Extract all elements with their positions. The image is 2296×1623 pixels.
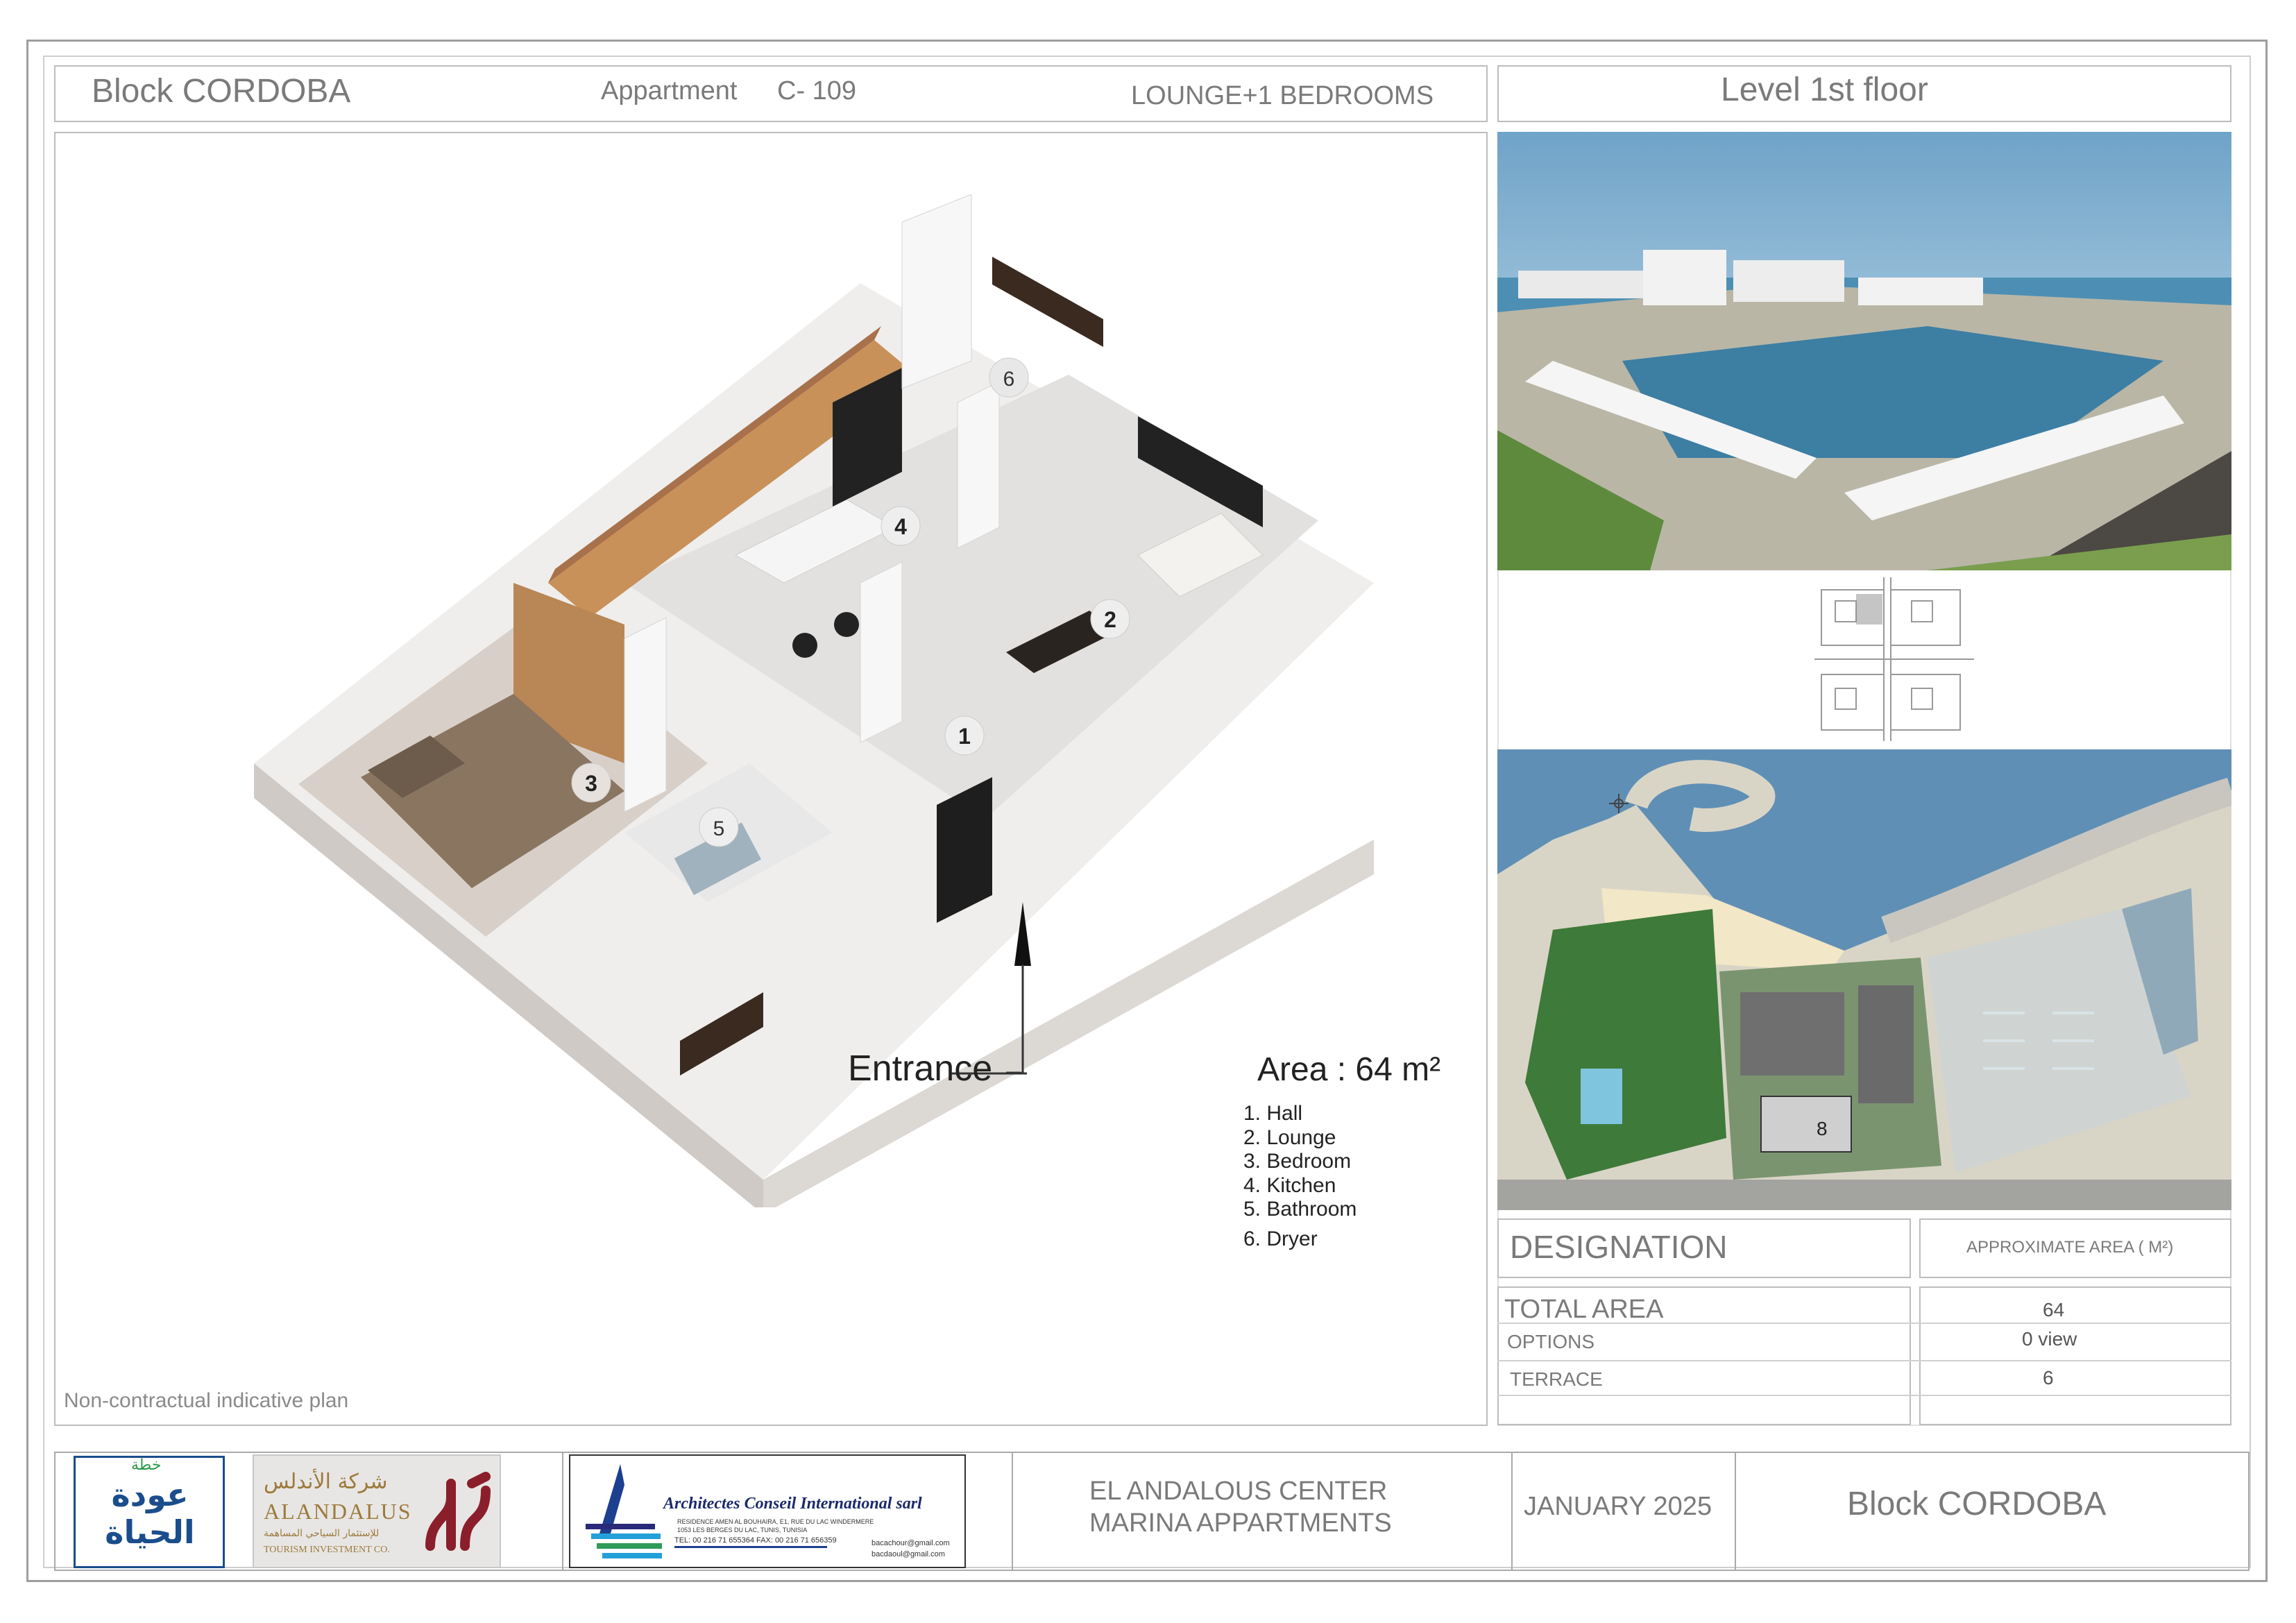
logo2-sub: TOURISM INVESTMENT CO. bbox=[264, 1545, 390, 1555]
legend-item: 4. Kitchen bbox=[1243, 1173, 1336, 1197]
room-marker-3: 3 bbox=[571, 763, 611, 803]
legend-item: 1. Hall bbox=[1243, 1102, 1303, 1125]
logo1-arabic-main: عودة الحياة bbox=[105, 1476, 195, 1551]
room-legend: 1. Hall 2. Lounge 3. Bedroom 4. Kitchen … bbox=[1243, 1102, 1357, 1251]
table-divider bbox=[1497, 1360, 2231, 1361]
logo2-arabic: شركة الأندلس bbox=[264, 1470, 388, 1494]
project-name-line-1: EL ANDALOUS CENTER bbox=[1089, 1477, 1388, 1506]
architect-underline bbox=[674, 1546, 827, 1548]
legend-item: 5. Bathroom bbox=[1243, 1198, 1357, 1221]
marina-rendering bbox=[1497, 132, 2231, 570]
room-marker-5: 5 bbox=[699, 807, 739, 847]
alandalus-emblem-icon bbox=[425, 1472, 491, 1551]
interior-wall-3 bbox=[860, 561, 903, 743]
apartment-type: LOUNGE+1 BEDROOMS bbox=[1131, 81, 1434, 110]
room-number-1: 1 bbox=[958, 724, 971, 749]
architect-logo-icon bbox=[586, 1464, 662, 1558]
apartment-code: C- 109 bbox=[777, 76, 857, 105]
key-plan-thumbnail bbox=[1814, 577, 1974, 741]
plan-note: Non-contractual indicative plan bbox=[64, 1389, 349, 1412]
legend-item: 3. Bedroom bbox=[1243, 1150, 1352, 1173]
table-value-column bbox=[1919, 1286, 2231, 1425]
room-number-3: 3 bbox=[585, 771, 597, 796]
approx-area-header: APPROXIMATE AREA ( M²) bbox=[1966, 1238, 2174, 1257]
room-number-2: 2 bbox=[1104, 607, 1116, 632]
room-number-5: 5 bbox=[713, 817, 725, 840]
room-marker-4: 4 bbox=[881, 506, 921, 546]
architect-name: Architectes Conseil International sarl bbox=[663, 1495, 922, 1513]
table-row-value: 6 bbox=[2043, 1367, 2054, 1388]
room-number-6: 6 bbox=[1003, 368, 1015, 391]
architect-address-2: 1053 LES BERGES DU LAC, TUNIS, TUNISIA bbox=[677, 1527, 808, 1533]
drawing-date: JANUARY 2025 bbox=[1524, 1492, 1712, 1521]
architect-card: Architectes Conseil International sarl R… bbox=[569, 1454, 966, 1568]
masterplan-building-number: 8 bbox=[1817, 1118, 1828, 1139]
footer-divider bbox=[1735, 1452, 1736, 1571]
level-title: Level 1st floor bbox=[1721, 71, 1928, 108]
designation-header: DESIGNATION bbox=[1510, 1229, 1728, 1265]
table-row-value: 0 view bbox=[2022, 1328, 2077, 1350]
area-label: Area : 64 m² bbox=[1257, 1051, 1441, 1088]
room-marker-6: 6 bbox=[989, 357, 1029, 398]
master-plan: 8 bbox=[1497, 749, 2231, 1210]
table-divider bbox=[1497, 1395, 2231, 1396]
table-row-value: 64 bbox=[2043, 1299, 2065, 1320]
logo-awdat-al-hayat: خطة عودة الحياة bbox=[74, 1456, 225, 1568]
logo-alandalus: شركة الأندلس ALANDALUS للإستثمار السياحي… bbox=[253, 1454, 501, 1568]
interior-wall-1 bbox=[957, 381, 1000, 549]
project-name-line-2: MARINA APPARTMENTS bbox=[1089, 1509, 1392, 1538]
footer-divider bbox=[562, 1452, 563, 1571]
footer-block-name: Block CORDOBA bbox=[1847, 1486, 2107, 1522]
footer-divider bbox=[1012, 1452, 1013, 1571]
architect-email-1: bacachour@gmail.com bbox=[871, 1539, 950, 1547]
legend-item: 6. Dryer bbox=[1243, 1227, 1318, 1250]
architect-phone: TEL: 00 216 71 655364 FAX: 00 216 71 656… bbox=[674, 1536, 837, 1545]
logo2-arabic-sub: للإستثمار السياحي المساهمة bbox=[264, 1528, 380, 1539]
architect-email-2: bacdaoul@gmail.com bbox=[871, 1550, 945, 1558]
room-marker-2: 2 bbox=[1090, 599, 1130, 639]
architect-address-1: RESIDENCE AMEN AL BOUHAIRA, E1, RUE DU L… bbox=[677, 1518, 874, 1525]
logo1-arabic-top: خطة bbox=[131, 1456, 162, 1474]
table-row-label: TERRACE bbox=[1510, 1368, 1603, 1390]
interior-wall-2 bbox=[624, 617, 667, 813]
entrance-label: Entrance bbox=[848, 1048, 993, 1089]
terrace-railing-top bbox=[992, 257, 1103, 347]
entrance-arrow bbox=[1006, 902, 1031, 1074]
table-row-label: OPTIONS bbox=[1507, 1331, 1595, 1352]
block-title: Block CORDOBA bbox=[92, 73, 351, 110]
logo2-name: ALANDALUS bbox=[264, 1499, 412, 1524]
footer-divider bbox=[1511, 1452, 1513, 1571]
table-row-label: TOTAL AREA bbox=[1504, 1295, 1664, 1324]
room-number-4: 4 bbox=[894, 514, 907, 539]
room-marker-1: 1 bbox=[944, 715, 985, 756]
legend-item: 2. Lounge bbox=[1243, 1125, 1336, 1149]
apartment-label: Appartment bbox=[601, 76, 738, 105]
isometric-floor-plan: 1 2 3 4 5 6 bbox=[254, 194, 1374, 1207]
dryer-room-walls bbox=[901, 194, 972, 389]
